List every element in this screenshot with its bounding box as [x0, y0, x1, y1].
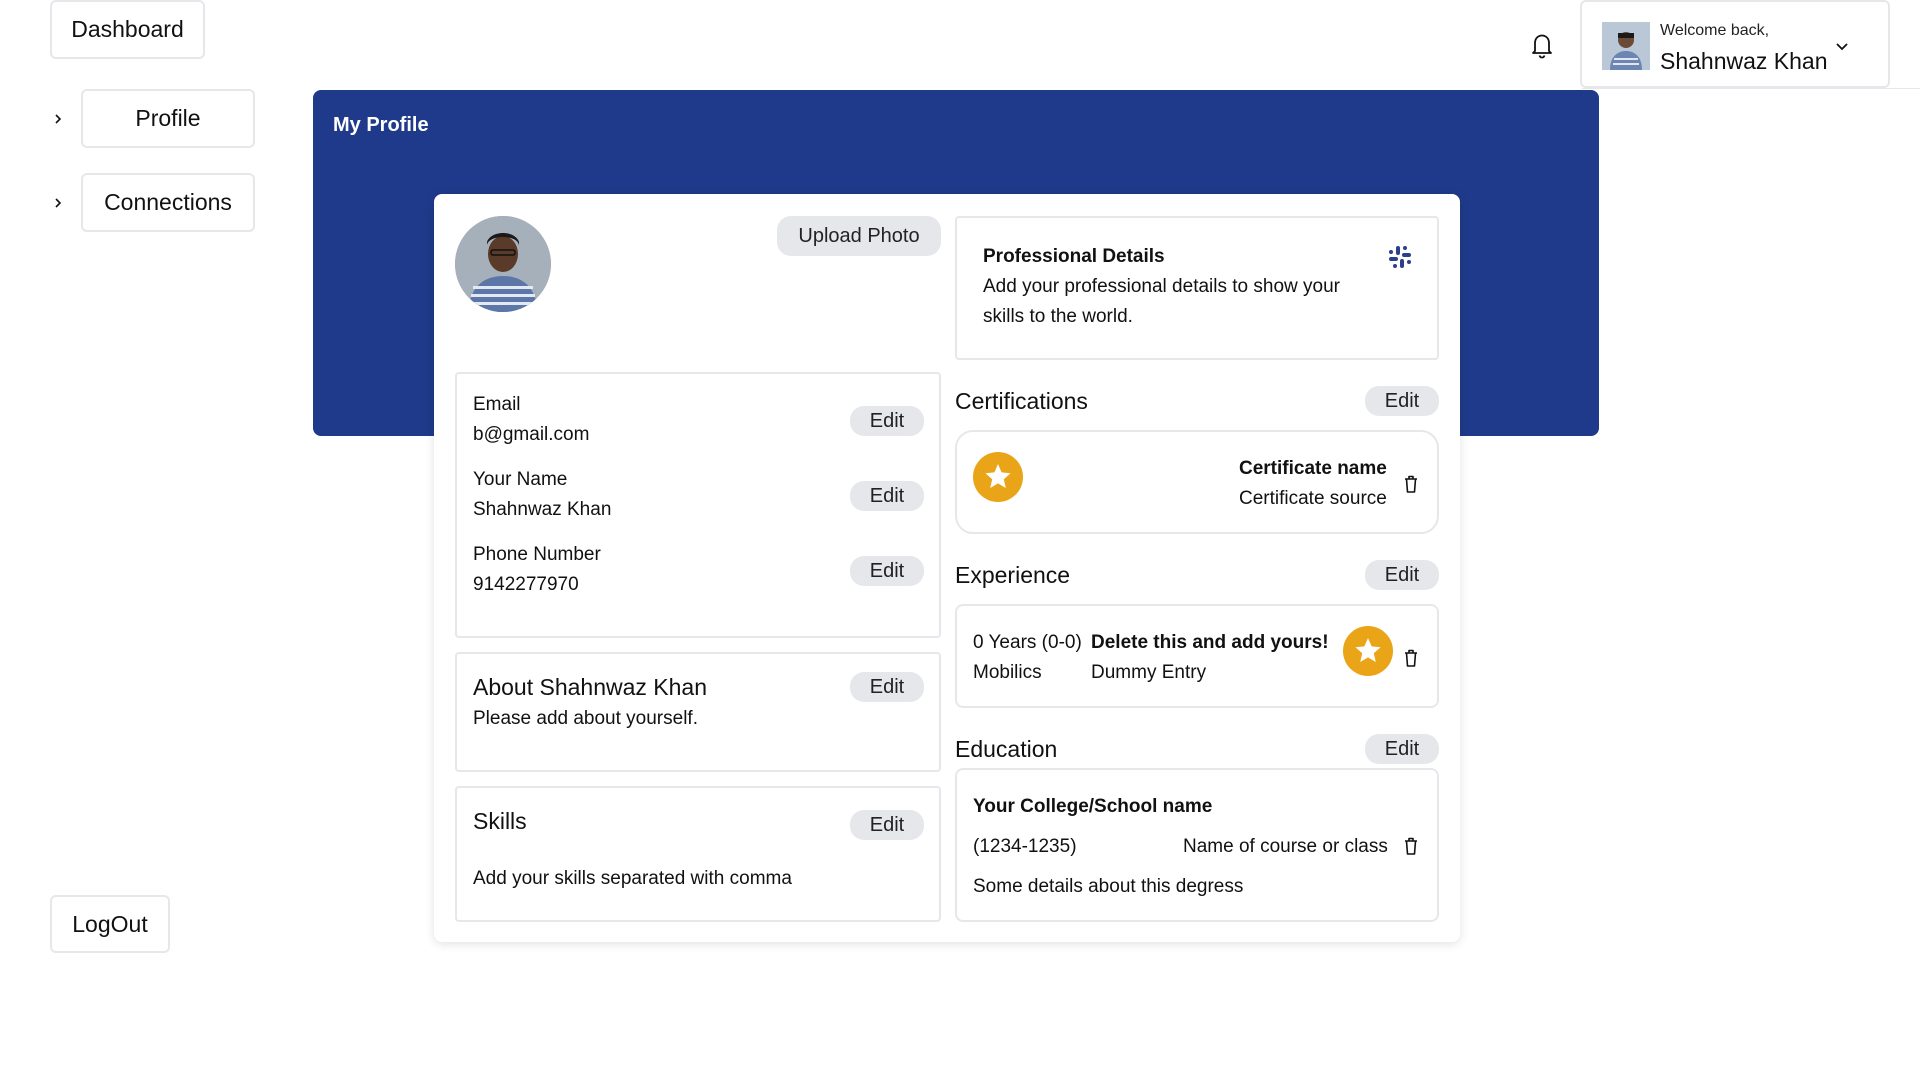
star-icon	[973, 452, 1023, 502]
about-panel: About Shahnwaz Khan Please add about you…	[455, 652, 941, 772]
education-details: Some details about this degress	[973, 876, 1244, 897]
edit-certifications-button[interactable]: Edit	[1365, 386, 1439, 416]
certifications-title: Certifications	[955, 388, 1088, 414]
email-value: b@gmail.com	[473, 424, 590, 445]
phone-value: 9142277970	[473, 574, 579, 595]
professional-text-line2: skills to the world.	[983, 306, 1133, 327]
chevron-right-icon[interactable]	[48, 193, 68, 213]
edit-education-button[interactable]: Edit	[1365, 734, 1439, 764]
edit-experience-button[interactable]: Edit	[1365, 560, 1439, 590]
name-label: Your Name	[473, 469, 568, 490]
experience-role: Delete this and add yours!	[1091, 632, 1329, 653]
profile-card: Upload Photo Email b@gmail.com Edit Your…	[434, 194, 1460, 942]
user-menu[interactable]: Welcome back, Shahnwaz Khan	[1580, 0, 1890, 88]
chevron-down-icon[interactable]	[1832, 36, 1852, 56]
education-school: Your College/School name	[973, 796, 1213, 817]
star-icon	[1343, 626, 1393, 676]
professional-title: Professional Details	[983, 246, 1165, 267]
experience-description: Dummy Entry	[1091, 662, 1207, 683]
header-divider	[1582, 88, 1920, 89]
sidebar-item-profile[interactable]: Profile	[81, 89, 255, 148]
edit-phone-button[interactable]: Edit	[850, 556, 924, 586]
about-title: About Shahnwaz Khan	[473, 674, 708, 700]
slack-icon	[1387, 244, 1413, 270]
experience-company: Mobilics	[973, 662, 1042, 683]
trash-icon[interactable]	[1403, 836, 1419, 856]
phone-label: Phone Number	[473, 544, 601, 565]
welcome-text: Welcome back,	[1660, 22, 1770, 39]
trash-icon[interactable]	[1403, 648, 1419, 668]
upload-photo-button[interactable]: Upload Photo	[777, 216, 941, 256]
education-title: Education	[955, 736, 1058, 762]
avatar	[1602, 22, 1650, 70]
dashboard-button[interactable]: Dashboard	[50, 0, 205, 59]
edit-about-button[interactable]: Edit	[850, 672, 924, 702]
email-label: Email	[473, 394, 521, 415]
sidebar-item-connections[interactable]: Connections	[81, 173, 255, 232]
certificate-name: Certificate name	[1239, 458, 1387, 479]
page-title: My Profile	[333, 114, 429, 136]
edit-email-button[interactable]: Edit	[850, 406, 924, 436]
user-name: Shahnwaz Khan	[1660, 48, 1828, 74]
about-text: Please add about yourself.	[473, 708, 698, 729]
certificate-source: Certificate source	[1239, 488, 1387, 509]
professional-text-line1: Add your professional details to show yo…	[983, 276, 1340, 297]
education-course: Name of course or class	[1183, 836, 1388, 857]
profile-photo	[455, 216, 551, 312]
professional-details-panel: Professional Details Add your profession…	[955, 216, 1439, 360]
skills-text: Add your skills separated with comma	[473, 868, 792, 889]
experience-item: 0 Years (0-0) Mobilics Delete this and a…	[955, 604, 1439, 708]
edit-name-button[interactable]: Edit	[850, 481, 924, 511]
logout-button[interactable]: LogOut	[50, 895, 170, 953]
bell-icon[interactable]	[1528, 30, 1556, 60]
experience-years: 0 Years (0-0)	[973, 632, 1082, 653]
education-item: Your College/School name (1234-1235) Nam…	[955, 768, 1439, 922]
experience-title: Experience	[955, 562, 1071, 588]
chevron-right-icon[interactable]	[48, 109, 68, 129]
name-value: Shahnwaz Khan	[473, 499, 612, 520]
contact-info-panel: Email b@gmail.com Edit Your Name Shahnwa…	[455, 372, 941, 638]
edit-skills-button[interactable]: Edit	[850, 810, 924, 840]
skills-title: Skills	[473, 808, 527, 834]
trash-icon[interactable]	[1403, 474, 1419, 494]
skills-panel: Skills Edit Add your skills separated wi…	[455, 786, 941, 922]
education-years: (1234-1235)	[973, 836, 1077, 857]
certification-item: Certificate name Certificate source	[955, 430, 1439, 534]
